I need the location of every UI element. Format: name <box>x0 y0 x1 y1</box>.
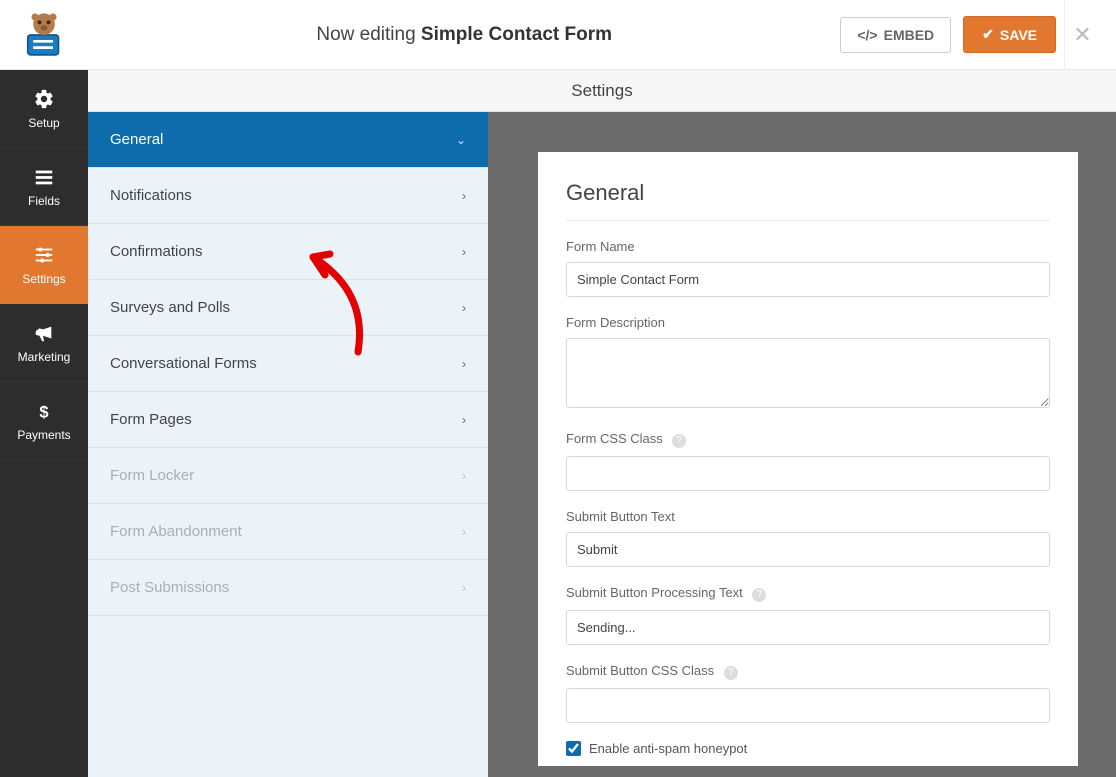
chevron-right-icon: › <box>462 525 466 539</box>
honeypot-label: Enable anti-spam honeypot <box>589 741 747 756</box>
sidebar-item-settings[interactable]: Settings <box>0 226 88 304</box>
embed-label: EMBED <box>884 27 935 43</box>
subnav-item-label: General <box>110 131 163 148</box>
subnav-item-form-locker[interactable]: Form Locker › <box>88 448 488 504</box>
submit-css-class-label: Submit Button CSS Class ? <box>566 663 1050 680</box>
sidebar-item-label: Fields <box>28 194 60 208</box>
honeypot-checkbox[interactable] <box>566 741 581 756</box>
subnav-item-label: Form Locker <box>110 467 194 484</box>
subnav-item-form-abandonment[interactable]: Form Abandonment › <box>88 504 488 560</box>
field-form-description: Form Description <box>566 315 1050 413</box>
sidebar-item-label: Payments <box>17 428 70 442</box>
close-button[interactable]: ✕ <box>1064 0 1100 70</box>
submit-processing-label-text: Submit Button Processing Text <box>566 585 743 600</box>
help-icon[interactable]: ? <box>724 666 738 680</box>
field-form-css-class: Form CSS Class ? <box>566 431 1050 491</box>
submit-processing-input[interactable] <box>566 610 1050 645</box>
sidebar-item-marketing[interactable]: Marketing <box>0 304 88 382</box>
sidebar-item-payments[interactable]: $ Payments <box>0 382 88 460</box>
help-icon[interactable]: ? <box>752 588 766 602</box>
chevron-right-icon: › <box>462 189 466 203</box>
close-icon: ✕ <box>1073 22 1091 48</box>
gear-icon <box>33 88 55 110</box>
save-button[interactable]: ✔ SAVE <box>963 16 1056 53</box>
form-name-input[interactable] <box>566 262 1050 297</box>
field-submit-processing: Submit Button Processing Text ? <box>566 585 1050 645</box>
subnav-item-surveys[interactable]: Surveys and Polls › <box>88 280 488 336</box>
submit-text-label: Submit Button Text <box>566 509 1050 524</box>
chevron-right-icon: › <box>462 413 466 427</box>
subnav-item-label: Post Submissions <box>110 579 229 596</box>
chevron-right-icon: › <box>462 357 466 371</box>
settings-subnav: General ⌄ Notifications › Confirmations … <box>88 112 488 777</box>
editing-title: Now editing Simple Contact Form <box>88 24 840 46</box>
form-name-label: Form Name <box>566 239 1050 254</box>
subnav-item-label: Surveys and Polls <box>110 299 230 316</box>
help-icon[interactable]: ? <box>672 434 686 448</box>
submit-css-class-input[interactable] <box>566 688 1050 723</box>
subnav-item-label: Confirmations <box>110 243 203 260</box>
top-bar: Now editing Simple Contact Form </> EMBE… <box>0 0 1116 70</box>
form-css-class-label: Form CSS Class ? <box>566 431 1050 448</box>
honeypot-row: Enable anti-spam honeypot <box>566 741 1050 756</box>
subnav-item-label: Notifications <box>110 187 192 204</box>
subnav-item-label: Form Pages <box>110 411 192 428</box>
sidebar-item-setup[interactable]: Setup <box>0 70 88 148</box>
subnav-item-notifications[interactable]: Notifications › <box>88 168 488 224</box>
form-css-class-input[interactable] <box>566 456 1050 491</box>
sidebar-item-fields[interactable]: Fields <box>0 148 88 226</box>
panel-heading: General <box>566 180 1050 221</box>
sidebar: Setup Fields Settings Marketing $ Paymen… <box>0 70 88 777</box>
svg-text:$: $ <box>39 403 48 421</box>
sidebar-item-label: Setup <box>28 116 59 130</box>
page-title: Settings <box>571 81 632 101</box>
field-submit-text: Submit Button Text <box>566 509 1050 567</box>
chevron-down-icon: ⌄ <box>456 133 466 147</box>
field-form-name: Form Name <box>566 239 1050 297</box>
chevron-right-icon: › <box>462 301 466 315</box>
dollar-icon: $ <box>33 400 55 422</box>
field-submit-css-class: Submit Button CSS Class ? <box>566 663 1050 723</box>
list-icon <box>33 166 55 188</box>
submit-text-input[interactable] <box>566 532 1050 567</box>
save-label: SAVE <box>1000 27 1037 43</box>
form-description-label: Form Description <box>566 315 1050 330</box>
sidebar-item-label: Settings <box>22 272 65 286</box>
chevron-right-icon: › <box>462 469 466 483</box>
chevron-right-icon: › <box>462 245 466 259</box>
general-panel: General Form Name Form Description Form … <box>538 152 1078 766</box>
editing-form-name: Simple Contact Form <box>421 24 612 45</box>
submit-css-class-label-text: Submit Button CSS Class <box>566 663 714 678</box>
submit-processing-label: Submit Button Processing Text ? <box>566 585 1050 602</box>
panel-wrap: General Form Name Form Description Form … <box>488 112 1116 777</box>
editing-prefix: Now editing <box>316 24 415 45</box>
subnav-item-conversational[interactable]: Conversational Forms › <box>88 336 488 392</box>
check-icon: ✔ <box>982 26 994 43</box>
subnav-item-label: Form Abandonment <box>110 523 242 540</box>
layout: Setup Fields Settings Marketing $ Paymen… <box>0 70 1116 777</box>
content-row: General ⌄ Notifications › Confirmations … <box>88 112 1116 777</box>
sliders-icon <box>33 244 55 266</box>
main: Settings General ⌄ Notifications › Confi… <box>88 70 1116 777</box>
chevron-right-icon: › <box>462 581 466 595</box>
subnav-item-general[interactable]: General ⌄ <box>88 112 488 168</box>
subnav-item-post-submissions[interactable]: Post Submissions › <box>88 560 488 616</box>
form-description-input[interactable] <box>566 338 1050 408</box>
page-title-bar: Settings <box>88 70 1116 112</box>
app-logo <box>0 0 88 70</box>
topbar-actions: </> EMBED ✔ SAVE <box>840 16 1056 53</box>
code-icon: </> <box>857 27 877 43</box>
form-css-class-label-text: Form CSS Class <box>566 431 663 446</box>
subnav-item-confirmations[interactable]: Confirmations › <box>88 224 488 280</box>
subnav-item-form-pages[interactable]: Form Pages › <box>88 392 488 448</box>
sidebar-item-label: Marketing <box>18 350 71 364</box>
embed-button[interactable]: </> EMBED <box>840 17 951 53</box>
subnav-item-label: Conversational Forms <box>110 355 257 372</box>
megaphone-icon <box>33 322 55 344</box>
